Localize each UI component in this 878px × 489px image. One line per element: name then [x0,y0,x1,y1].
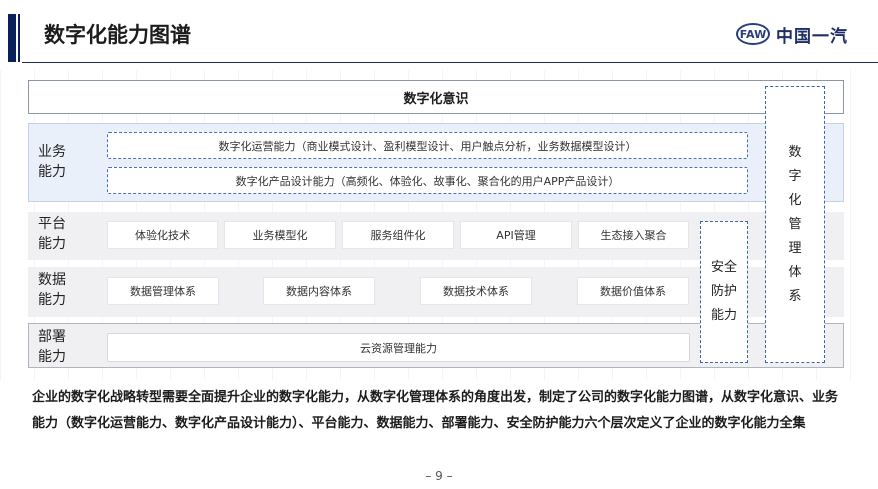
business-item-product: 数字化产品设计能力（高频化、体验化、故事化、聚合化的用户APP产品设计） [107,167,748,194]
deploy-item: 云资源管理能力 [107,333,690,362]
platform-item: 服务组件化 [342,221,454,249]
management-box: 数字化管理体系 [765,86,825,363]
platform-label: 平台能力 [38,216,66,252]
data-label: 数据能力 [38,272,66,308]
platform-item: 生态接入聚合 [578,221,689,249]
title-accent-bar [8,14,16,62]
security-box: 安全防护能力 [700,221,748,363]
management-label: 数字化管理体系 [788,144,802,304]
platform-item: 体验化技术 [107,221,218,249]
data-item: 数据内容体系 [263,277,375,305]
data-item: 数据价值体系 [577,277,689,305]
title-accent-line [18,14,20,62]
page-title: 数字化能力图谱 [44,23,191,47]
faw-emblem-icon: FAW [736,23,770,45]
platform-item: API管理 [460,221,572,249]
data-item: 数据管理体系 [107,277,219,305]
business-item-ops: 数字化运营能力（商业模式设计、盈利模型设计、用户触点分析，业务数据模型设计） [107,132,748,159]
header-divider [22,62,878,63]
data-item: 数据技术体系 [420,277,532,305]
business-label: 业务能力 [38,144,66,180]
page-number: – 9 – [425,469,453,483]
security-label: 安全防护能力 [710,260,737,323]
digital-awareness-band: 数字化意识 [28,80,844,114]
digital-awareness-label: 数字化意识 [403,91,469,107]
logo-text: 中国一汽 [776,26,848,47]
description-text: 企业的数字化战略转型需要全面提升企业的数字化能力，从数字化管理体系的角度出发，制… [32,390,839,431]
platform-item: 业务模型化 [224,221,336,249]
company-logo: FAW 中国一汽 [736,20,856,48]
deploy-label: 部署能力 [38,329,66,365]
